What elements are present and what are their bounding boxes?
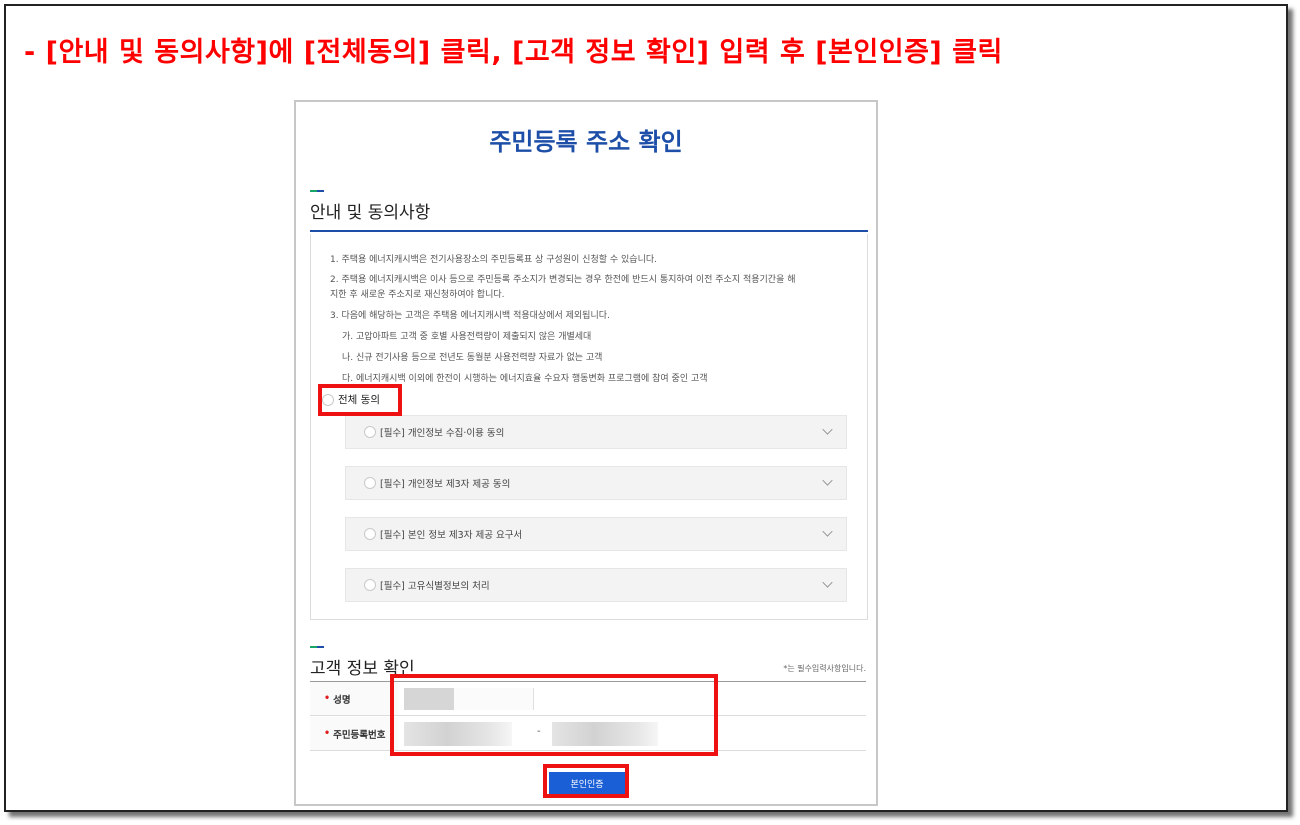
agree-item-unique-id[interactable]: [필수] 고유식별정보의 처리 [345,568,847,602]
rrn-back-input[interactable] [552,722,658,746]
notice-line: 2. 주택용 에너지캐시백은 이사 등으로 주민등록 주소지가 변경되는 경우 … [330,275,796,285]
name-row: • 성명 [310,682,866,716]
chevron-down-icon [822,424,833,435]
address-check-panel: 주민등록 주소 확인 안내 및 동의사항 1. 주택용 에너지캐시백은 전기사용… [294,100,878,806]
name-input[interactable] [404,688,534,710]
radio-icon [364,477,376,489]
required-note: *는 필수입력사항입니다. [783,664,866,673]
page-title: 주민등록 주소 확인 [489,128,683,156]
agree-item-personal-info[interactable]: [필수] 개인정보 수집·이용 동의 [345,415,847,449]
instruction-text: - [안내 및 동의사항]에 [전체동의] 클릭, [고객 정보 확인] 입력 … [24,37,1003,68]
radio-icon [364,579,376,591]
chevron-down-icon [822,526,833,537]
agree-item-label: [필수] 개인정보 수집·이용 동의 [380,428,505,439]
notice-line: 3. 다음에 해당하는 고객은 주택용 에너지캐시백 적용대상에서 제외됩니다. [330,311,610,321]
name-label: • 성명 [310,682,398,715]
agree-item-label: [필수] 본인 정보 제3자 제공 요구서 [380,530,523,541]
chevron-down-icon [822,577,833,588]
chevron-down-icon [822,475,833,486]
rrn-label: • 주민등록번호 [310,717,398,750]
notice-line: 1. 주택용 에너지캐시백은 전기사용장소의 주민등록표 상 구성원이 신청할 … [330,255,657,265]
notice-line: 나. 신규 전기사용 등으로 전년도 동월분 사용전력량 자료가 없는 고객 [342,353,603,363]
all-agree-label: 전체 동의 [338,394,380,406]
agree-item-third-party[interactable]: [필수] 개인정보 제3자 제공 동의 [345,466,847,500]
agree-item-label: [필수] 개인정보 제3자 제공 동의 [380,479,511,490]
notice-section-rule [310,230,868,232]
radio-icon [322,393,334,406]
radio-icon [364,528,376,540]
notice-line: 지한 후 새로운 주소지로 재신청하여야 합니다. [330,290,505,300]
notice-line: 다. 에너지캐시백 이외에 한전이 시행하는 에너지효율 수요자 행동변화 프로… [342,374,708,384]
customer-section-title: 고객 정보 확인 [310,659,415,679]
notice-line: 가. 고압아파트 고객 중 호별 사용전력량이 제출되지 않은 개별세대 [342,332,592,342]
agree-item-label: [필수] 고유식별정보의 처리 [380,581,490,592]
rrn-separator: - [537,726,541,737]
all-agree-checkbox[interactable]: 전체 동의 [322,392,380,407]
agree-item-self-info-request[interactable]: [필수] 본인 정보 제3자 제공 요구서 [345,517,847,551]
section-marker [310,190,324,192]
section-marker [310,646,324,648]
rrn-front-input[interactable] [404,722,512,746]
notice-section-title: 안내 및 동의사항 [310,203,431,223]
verify-identity-button[interactable]: 본인인증 [549,772,625,794]
radio-icon [364,426,376,438]
